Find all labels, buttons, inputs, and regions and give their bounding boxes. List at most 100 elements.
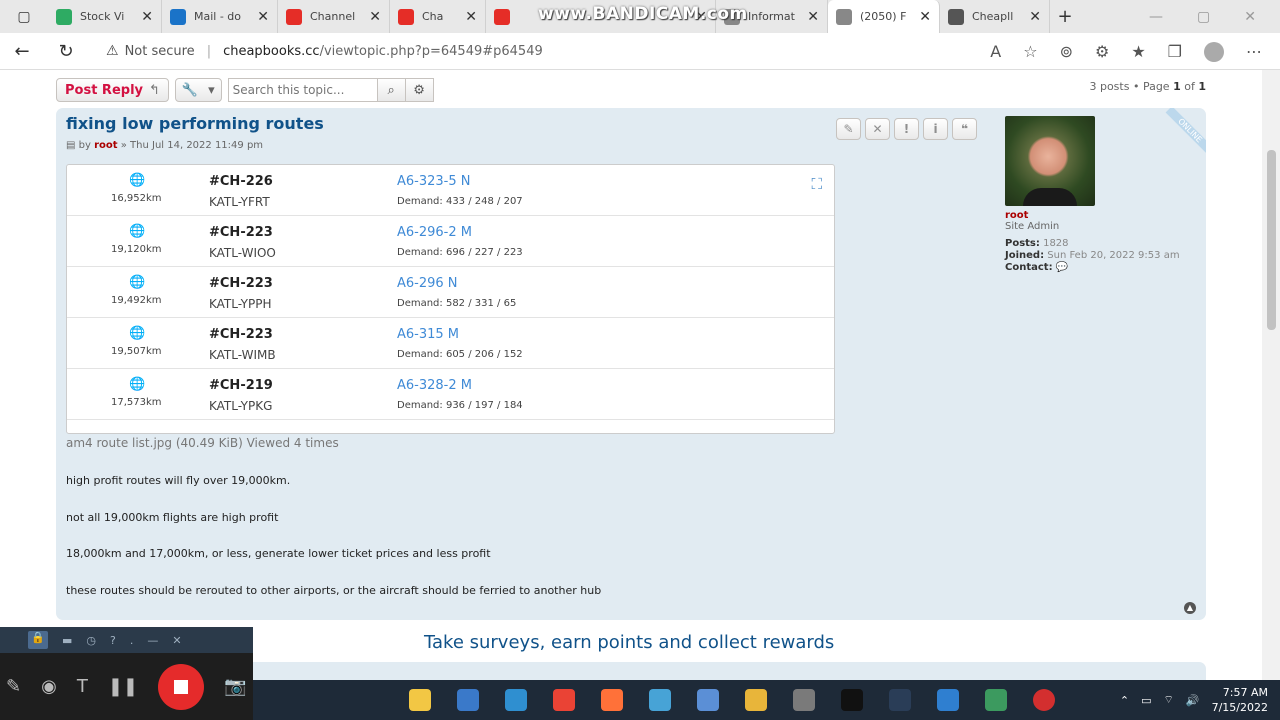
browser-tab[interactable]: Stock Vi ✕ [48,0,162,33]
route-path: KATL-YPKG [209,399,273,413]
browser-tab[interactable]: Channel ✕ [278,0,390,33]
search-icon[interactable]: ⌕ [376,79,405,101]
back-icon[interactable]: ← [0,41,44,62]
recorder-panel: 🔒 ▬ ◷ ? . — ✕ ✎ ◉ T ❚❚ 📷 [0,627,253,720]
delete-icon[interactable]: ✕ [865,118,890,140]
avatar[interactable] [1005,116,1095,206]
notepad-icon[interactable] [691,683,725,717]
pagination: 3 posts • Page 1 of 1 [1089,80,1206,93]
tab-favicon-icon [398,8,414,25]
security-label[interactable]: Not secure [125,44,195,59]
read-aloud-icon[interactable]: A [990,42,1001,61]
contact-icon[interactable]: 💬 [1056,262,1068,273]
close-window-icon[interactable]: ✕ [1244,9,1256,25]
url-text[interactable]: cheapbooks.cc/viewtopic.php?p=64549#p645… [223,44,543,59]
tab-close-icon[interactable]: ✕ [1029,9,1041,25]
extensions-icon[interactable]: ⚙ [1095,42,1109,61]
tray-chevron-icon[interactable]: ⌃ [1120,694,1129,707]
extension-icon[interactable]: ⊚ [1060,42,1073,61]
steam-icon[interactable] [883,683,917,717]
tab-favicon-icon [494,8,510,25]
advanced-search-icon[interactable]: ⚙ [404,79,433,101]
post-icon[interactable]: ▤ [66,140,75,151]
close-recorder-icon[interactable]: ✕ [172,634,181,647]
firefox-icon[interactable] [595,683,629,717]
refresh-icon[interactable]: ↻ [44,41,88,62]
folder-icon[interactable]: ▬ [62,634,72,647]
app-icon[interactable] [787,683,821,717]
record-icon[interactable] [1027,683,1061,717]
help-icon[interactable]: ? [110,634,116,647]
store-icon[interactable] [931,683,965,717]
collections-icon[interactable]: ❐ [1168,42,1182,61]
quote-icon[interactable]: ❝ [952,118,977,140]
browser-tab[interactable]: Mail - do ✕ [162,0,278,33]
route-list-image[interactable]: 🌐 16,952km #CH-226 KATL-YFRT A6-323-5 N Deman… [66,164,835,434]
pause-icon[interactable]: ❚❚ [108,676,138,697]
new-tab-button[interactable]: + [1050,6,1080,27]
chrome-icon[interactable] [547,683,581,717]
aircraft-link[interactable]: A6-296 N [397,276,458,291]
file-explorer-icon[interactable] [403,683,437,717]
network-app-icon[interactable] [451,683,485,717]
page-scrollbar[interactable] [1262,70,1280,680]
edge-icon[interactable] [499,683,533,717]
lock-icon[interactable]: 🔒 [28,631,48,649]
favorite-add-icon[interactable]: ☆ [1023,42,1037,61]
info-icon[interactable]: i [923,118,948,140]
back-to-top-icon[interactable]: ▲ [1184,602,1196,614]
aircraft-link[interactable]: A6-323-5 N [397,174,471,189]
folder-icon[interactable] [739,683,773,717]
address-bar[interactable]: ⚠ Not secure | cheapbooks.cc/viewtopic.p… [92,37,812,65]
tab-close-icon[interactable]: ✕ [369,9,381,25]
tab-actions-icon[interactable]: ▢ [0,9,48,25]
tab-close-icon[interactable]: ✕ [465,9,477,25]
collapse-icon[interactable]: . [130,634,134,647]
terminal-icon[interactable] [835,683,869,717]
camera-icon[interactable]: 📷 [224,676,246,697]
volume-icon[interactable]: 🔊 [1186,694,1200,707]
aircraft-link[interactable]: A6-315 M [397,327,459,342]
search-input[interactable] [228,79,377,101]
tab-close-icon[interactable]: ✕ [807,9,819,25]
browser-tab[interactable]: Cheapll ✕ [940,0,1050,33]
warning-icon[interactable]: ⚠ [106,43,119,59]
app-icon[interactable] [643,683,677,717]
network-icon[interactable]: ⌔ [1164,693,1174,707]
topic-tools-button[interactable]: 🔧 ▾ [174,78,222,102]
author-link[interactable]: root [94,140,117,151]
profile-posts: Posts: 1828 [1005,238,1195,250]
aircraft-link[interactable]: A6-328-2 M [397,378,472,393]
minimize-recorder-icon[interactable]: — [147,634,158,647]
minimize-icon[interactable]: — [1149,9,1163,25]
profile-username[interactable]: root [1005,210,1195,221]
edit-icon[interactable]: ✎ [836,118,861,140]
report-icon[interactable]: ! [894,118,919,140]
survey-ad-link[interactable]: Take surveys, earn points and collect re… [424,632,834,653]
aircraft-link[interactable]: A6-296-2 M [397,225,472,240]
stop-record-button[interactable] [157,663,204,710]
scrollbar-thumb[interactable] [1267,150,1276,330]
posts-value[interactable]: 1828 [1043,238,1068,249]
webcam-icon[interactable]: ◉ [41,676,57,697]
brush-icon[interactable]: ✎ [6,676,21,697]
favorites-icon[interactable]: ★ [1131,42,1145,61]
profile-avatar[interactable] [1204,41,1224,62]
browser-tab[interactable]: Cha ✕ [390,0,486,33]
fullscreen-icon[interactable]: ⛶ [811,175,822,193]
clock-icon[interactable]: ◷ [86,634,96,647]
post-title[interactable]: fixing low performing routes [66,114,324,133]
browser-tab[interactable]: (2050) F ✕ [828,0,940,33]
more-icon[interactable]: ⋯ [1246,42,1262,61]
battery-icon[interactable]: ▭ [1141,694,1151,707]
tab-close-icon[interactable]: ✕ [257,9,269,25]
post-reply-button[interactable]: Post Reply ↰ [56,78,169,102]
tab-close-icon[interactable]: ✕ [919,9,931,25]
taskbar-clock[interactable]: 7:57 AM 7/15/2022 [1212,685,1268,715]
app-icon[interactable] [979,683,1013,717]
maximize-icon[interactable]: ▢ [1197,9,1210,25]
stop-icon [173,679,188,694]
tab-favicon-icon [56,8,72,25]
text-icon[interactable]: T [77,676,88,697]
tab-close-icon[interactable]: ✕ [141,9,153,25]
